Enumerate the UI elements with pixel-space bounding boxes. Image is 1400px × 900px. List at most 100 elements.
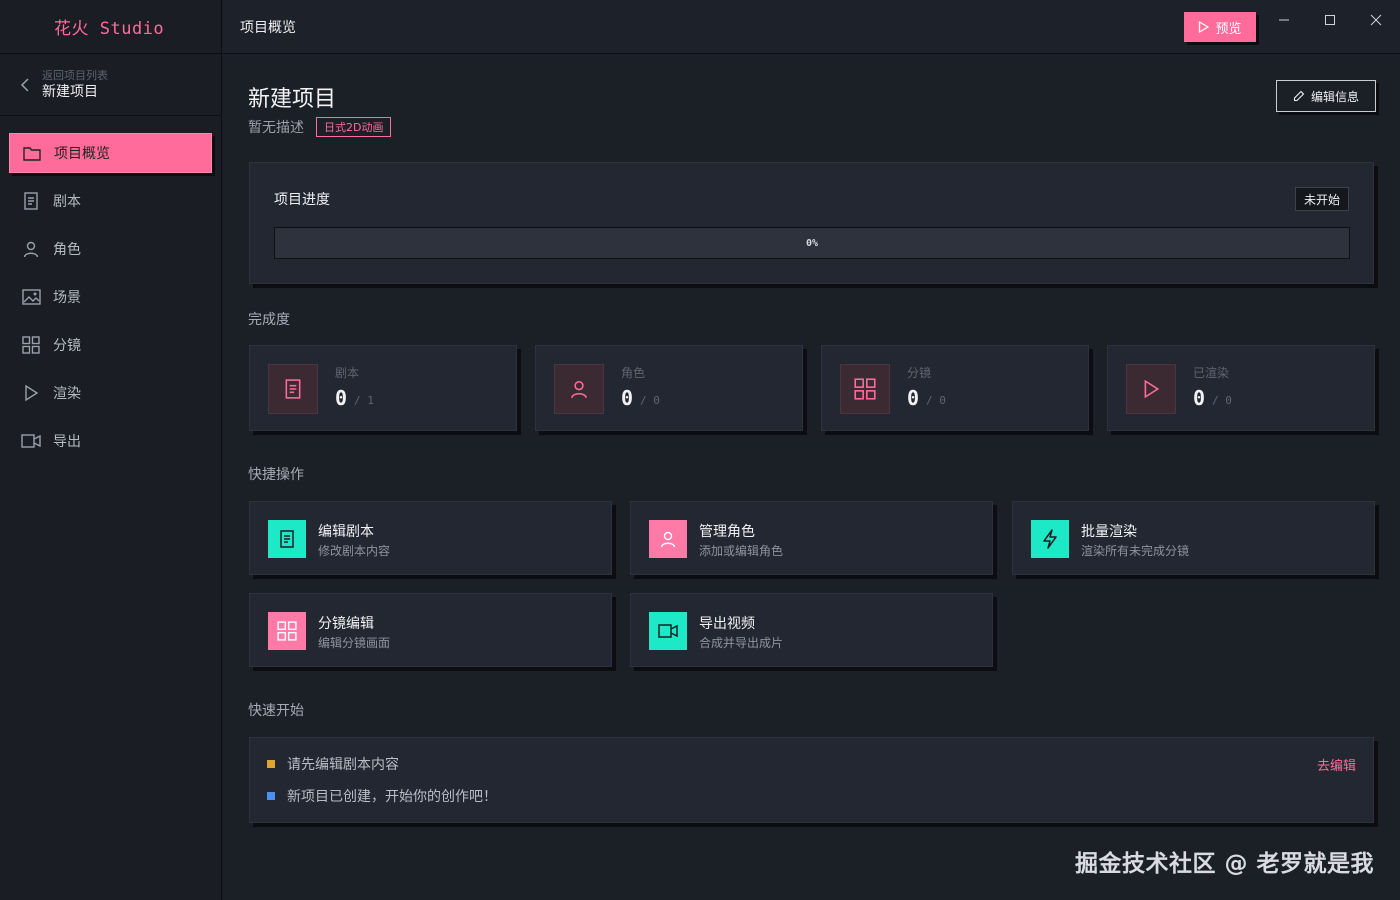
action-edit-script[interactable]: 编辑剧本 修改剧本内容: [249, 501, 612, 575]
progress-card: 项目进度 未开始 0%: [249, 162, 1374, 284]
stat-card-storyboard: 分镜 0 / 0: [821, 345, 1089, 431]
minimize-icon: [1279, 19, 1289, 21]
sidebar-item-label: 导出: [53, 434, 81, 450]
actions-heading: 快捷操作: [248, 467, 304, 483]
action-title: 导出视频: [699, 616, 755, 632]
action-subtitle: 添加或编辑角色: [699, 544, 784, 558]
progress-percent: 0%: [805, 237, 819, 249]
stat-card-characters: 角色 0 / 0: [535, 345, 803, 431]
close-icon: [1370, 14, 1382, 26]
current-project-name: 新建项目: [42, 83, 98, 100]
sidebar-item-label: 分镜: [53, 338, 81, 354]
action-title: 分镜编辑: [318, 616, 374, 632]
sidebar-item-label: 角色: [53, 242, 81, 258]
stat-label: 已渲染: [1193, 366, 1230, 380]
bullet-dot: [267, 760, 275, 768]
document-icon: [268, 520, 306, 558]
edit-info-button[interactable]: 编辑信息: [1276, 80, 1376, 112]
pencil-icon: [1293, 90, 1305, 102]
play-icon: [1199, 21, 1210, 33]
sidebar-item-script[interactable]: 剧本: [9, 181, 212, 221]
sidebar-item-storyboard[interactable]: 分镜: [9, 325, 212, 365]
action-subtitle: 渲染所有未完成分镜: [1081, 544, 1190, 558]
main-content: 新建项目 暂无描述 日式2D动画 编辑信息 项目进度 未开始 0% 完成度 剧本…: [223, 55, 1400, 900]
folder-icon: [22, 143, 42, 163]
quickstart-card: 请先编辑剧本内容 新项目已创建，开始你的创作吧！ 去编辑: [249, 737, 1374, 823]
stat-card-rendered: 已渲染 0 / 0: [1107, 345, 1375, 431]
back-caption: 返回项目列表: [42, 68, 108, 82]
action-title: 编辑剧本: [318, 524, 374, 540]
app-brand: 花火 Studio: [0, 0, 221, 54]
sidebar-item-render[interactable]: 渲染: [9, 373, 212, 413]
action-export-video[interactable]: 导出视频 合成并导出成片: [630, 593, 993, 667]
action-title: 管理角色: [699, 524, 755, 540]
play-icon: [21, 383, 41, 403]
sidebar-item-export[interactable]: 导出: [9, 421, 212, 461]
style-tag: 日式2D动画: [316, 117, 392, 137]
progress-label: 项目进度: [274, 192, 330, 208]
action-title: 批量渲染: [1081, 524, 1137, 540]
back-to-projects[interactable]: 返回项目列表 新建项目: [0, 54, 221, 116]
bullet-dot: [267, 792, 275, 800]
grid-icon: [21, 335, 41, 355]
sidebar-nav: 项目概览 剧本 角色 场景 分镜 渲染 导出: [0, 116, 221, 461]
stat-total: / 0: [640, 394, 660, 407]
action-batch-render[interactable]: 批量渲染 渲染所有未完成分镜: [1012, 501, 1375, 575]
action-manage-characters[interactable]: 管理角色 添加或编辑角色: [630, 501, 993, 575]
sidebar-item-overview[interactable]: 项目概览: [9, 133, 212, 173]
quickstart-text: 请先编辑剧本内容: [287, 757, 399, 773]
stat-card-script: 剧本 0 / 1: [249, 345, 517, 431]
stat-value: 0: [335, 386, 348, 410]
project-description: 暂无描述: [248, 120, 304, 136]
quickstart-item: 新项目已创建，开始你的创作吧！: [267, 786, 497, 806]
stat-label: 剧本: [335, 366, 360, 380]
document-icon: [268, 364, 318, 414]
quickstart-item: 请先编辑剧本内容: [267, 754, 399, 774]
sidebar-item-label: 剧本: [53, 194, 81, 210]
grid-icon: [840, 364, 890, 414]
page-title: 项目概览: [240, 19, 296, 36]
sidebar: 花火 Studio 返回项目列表 新建项目 项目概览 剧本 角色 场景 分镜 渲…: [0, 0, 222, 900]
close-button[interactable]: [1366, 10, 1386, 30]
stat-value: 0: [1193, 386, 1206, 410]
sidebar-item-label: 渲染: [53, 386, 81, 402]
action-subtitle: 修改剧本内容: [318, 544, 391, 558]
progress-bar: 0%: [274, 227, 1350, 259]
maximize-icon: [1325, 15, 1335, 25]
minimize-button[interactable]: [1274, 10, 1294, 30]
image-icon: [21, 287, 41, 307]
sidebar-item-label: 项目概览: [54, 146, 110, 162]
stat-total: / 1: [354, 394, 374, 407]
go-edit-link[interactable]: 去编辑: [1317, 755, 1356, 774]
stat-value: 0: [907, 386, 920, 410]
user-icon: [649, 520, 687, 558]
play-icon: [1126, 364, 1176, 414]
project-title: 新建项目: [248, 87, 337, 112]
video-icon: [21, 431, 41, 451]
document-icon: [21, 191, 41, 211]
sidebar-item-scenes[interactable]: 场景: [9, 277, 212, 317]
stat-total: / 0: [1212, 394, 1232, 407]
edit-info-label: 编辑信息: [1310, 89, 1359, 104]
sidebar-item-label: 场景: [53, 290, 81, 306]
action-storyboard-edit[interactable]: 分镜编辑 编辑分镜画面: [249, 593, 612, 667]
stat-value: 0: [621, 386, 634, 410]
quickstart-text: 新项目已创建，开始你的创作吧！: [287, 789, 497, 805]
action-subtitle: 合成并导出成片: [699, 636, 784, 650]
stat-total: / 0: [926, 394, 946, 407]
top-bar: 项目概览 预览: [223, 0, 1400, 54]
stat-label: 角色: [621, 366, 646, 380]
chevron-left-icon: [20, 77, 29, 92]
status-badge: 未开始: [1294, 187, 1349, 211]
stat-label: 分镜: [907, 366, 932, 380]
project-meta: 暂无描述 日式2D动画: [248, 117, 392, 137]
preview-button[interactable]: 预览: [1184, 12, 1256, 42]
maximize-button[interactable]: [1320, 10, 1340, 30]
action-subtitle: 编辑分镜画面: [318, 636, 391, 650]
preview-label: 预览: [1215, 21, 1242, 37]
sidebar-item-characters[interactable]: 角色: [9, 229, 212, 269]
brand-label: 花火 Studio: [54, 19, 165, 39]
grid-icon: [268, 612, 306, 650]
user-icon: [554, 364, 604, 414]
completion-heading: 完成度: [248, 312, 290, 328]
